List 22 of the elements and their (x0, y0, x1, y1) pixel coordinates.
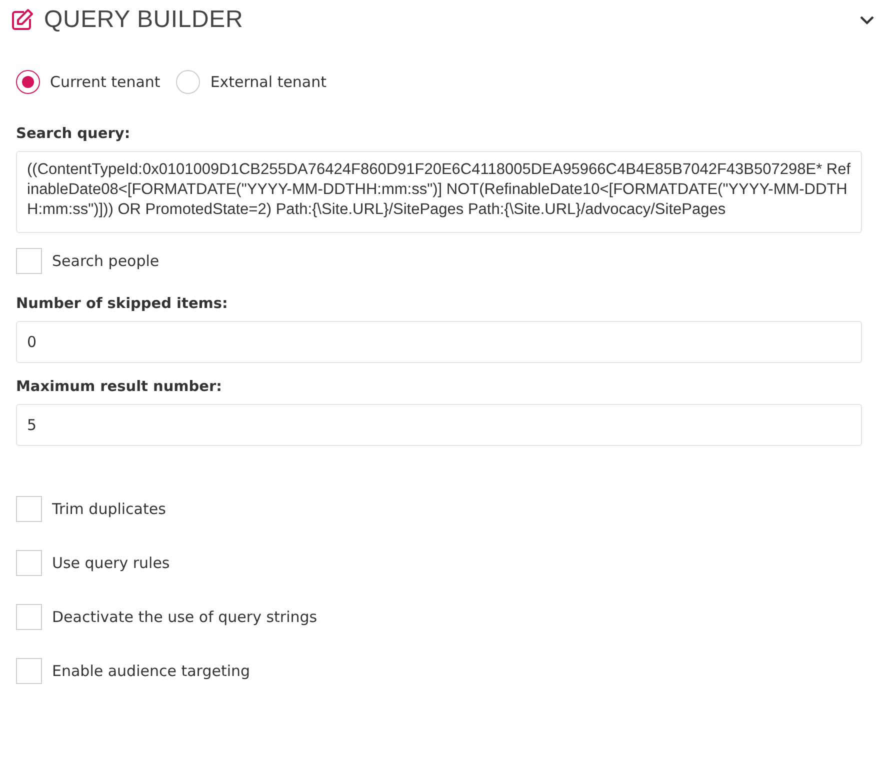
field-label: Search query: (16, 126, 132, 142)
checkbox-label: Trim duplicates (52, 500, 166, 518)
checkbox[interactable] (16, 550, 42, 576)
checkbox[interactable] (16, 604, 42, 630)
radio-label: External tenant (210, 73, 327, 91)
checkbox[interactable] (16, 658, 42, 684)
checkbox-label: Search people (52, 252, 160, 270)
query-text-area[interactable]: ((ContentTypeId:0x0101009D1CB255DA76424F860D91F20E6C4118005DEA95966C4B4E85B7042F43B507298E* RefinableDate08<[FORMATDATE("YYYY-MM-DDTHH:mm:ss")] NOT(RefinableDate10<[FORMATDATE("YYYY-MM-DDTHH:mm:ss")])) OR PromotedState=2) Path:{\Site.URL}/SitePages Path:{\Site.URL}/advocacy/SitePages (16, 151, 862, 233)
field-label: Maximum result number: (16, 379, 223, 395)
radio-button[interactable] (16, 70, 40, 94)
checkbox[interactable] (16, 248, 42, 274)
input-field[interactable]: 0 (16, 321, 862, 363)
field-label: Number of skipped items: (16, 296, 229, 312)
checkbox[interactable] (16, 496, 42, 522)
checkbox-label: Deactivate the use of query strings (52, 608, 318, 626)
input-field[interactable]: 5 (16, 404, 862, 446)
chevron-down-icon[interactable] (860, 16, 874, 24)
radio-label: Current tenant (50, 73, 160, 91)
checkbox-label: Use query rules (52, 554, 170, 572)
edit-icon (10, 8, 34, 32)
checkbox-label: Enable audience targeting (52, 662, 250, 680)
section-title: QUERY BUILDER (44, 6, 244, 34)
